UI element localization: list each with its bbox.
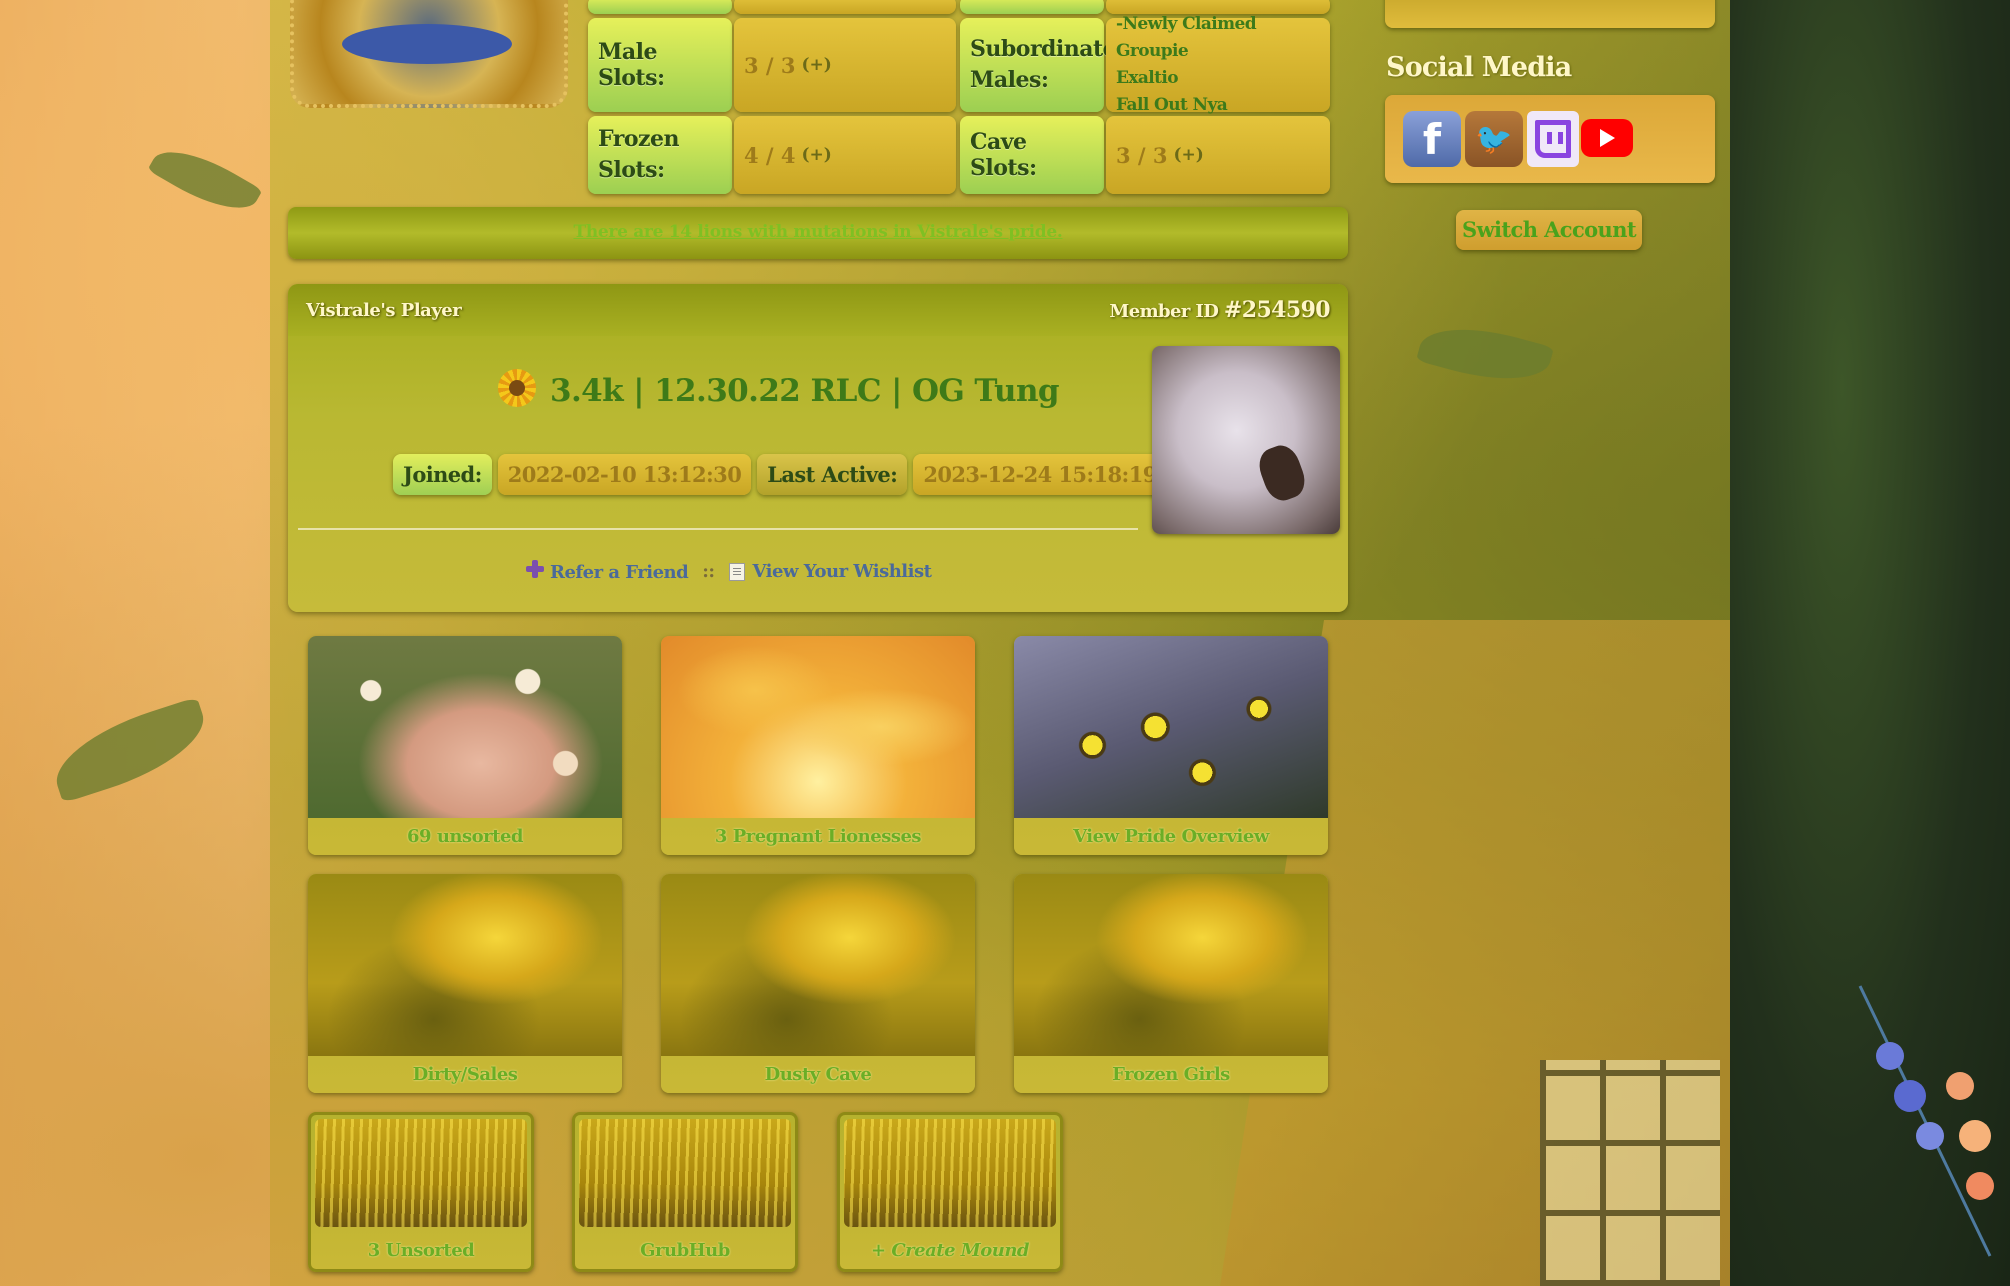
mound-tile[interactable]: GrubHub <box>572 1112 798 1272</box>
subordinate-males-label: Subordinate Males: <box>960 18 1117 112</box>
create-mound-button[interactable]: + Create Mound <box>840 1233 1060 1269</box>
mutation-bar: There are 14 lions with mutations in Vis… <box>288 207 1348 259</box>
facebook-icon[interactable]: f <box>1403 111 1461 167</box>
den-label: 69 unsorted <box>407 826 523 847</box>
separator: :: <box>702 561 715 582</box>
player-name: Vistrale's Player <box>306 299 462 321</box>
mound-image <box>315 1119 527 1227</box>
sunflower-icon <box>498 369 536 413</box>
den-image <box>308 636 622 818</box>
subordinate-male-link[interactable]: -Newly Claimed Groupie <box>1116 11 1320 65</box>
mound-image <box>844 1119 1056 1227</box>
den-label: 3 Pregnant Lionesses <box>714 826 922 847</box>
joined-value: 2022-02-10 13:12:30 <box>497 454 752 495</box>
player-panel: Vistrale's Player Member ID #254590 3.4k… <box>288 284 1348 612</box>
den-image <box>308 874 622 1056</box>
frozen-slots-add-link[interactable]: (+) <box>802 145 832 165</box>
avatar-detail <box>1253 440 1311 506</box>
den-image <box>1014 636 1328 818</box>
twitter-icon[interactable]: 🐦 <box>1465 111 1523 167</box>
den-tile[interactable]: Frozen Girls <box>1014 874 1328 1093</box>
member-id: Member ID #254590 <box>1109 297 1330 323</box>
frozen-slots-value: 4 / 4 (+) <box>734 116 956 194</box>
joined-label: Joined: <box>393 454 492 495</box>
cave-slots-label: Cave Slots: <box>960 116 1104 194</box>
den-label: Dusty Cave <box>764 1064 872 1085</box>
player-header: Vistrale's Player Member ID #254590 <box>288 284 1348 336</box>
background-flowers <box>1858 985 1994 1257</box>
player-signature: 3.4k | 12.30.22 RLC | OG Tung <box>498 369 1060 413</box>
social-media-box: f 🐦 <box>1385 95 1715 183</box>
youtube-icon[interactable] <box>1581 119 1633 157</box>
mound-tile[interactable]: 3 Unsorted <box>308 1112 534 1272</box>
den-tile[interactable]: 69 unsorted <box>308 636 622 855</box>
pride-avatar-image <box>342 24 512 64</box>
pride-avatar-frame[interactable] <box>290 0 568 108</box>
view-wishlist-link[interactable]: View Your Wishlist <box>728 561 932 582</box>
den-label: View Pride Overview <box>1073 826 1269 847</box>
stat-stub <box>588 0 732 14</box>
den-label: Frozen Girls <box>1112 1064 1230 1085</box>
stat-stub <box>734 0 956 14</box>
subordinate-males-list: -Newly Claimed Groupie Exaltio Fall Out … <box>1106 14 1330 115</box>
twitch-icon[interactable] <box>1527 111 1579 167</box>
mound-image <box>579 1119 791 1227</box>
male-slots-value: 3 / 3 (+) <box>734 18 956 112</box>
den-image <box>661 874 975 1056</box>
den-tile[interactable]: Dirty/Sales <box>308 874 622 1093</box>
den-label: Dirty/Sales <box>412 1064 518 1085</box>
wishlist-icon <box>728 563 745 581</box>
den-tile[interactable]: Dusty Cave <box>661 874 975 1093</box>
background-leaf <box>147 135 263 225</box>
cave-slots-add-link[interactable]: (+) <box>1174 145 1204 165</box>
subordinate-male-link[interactable]: Exaltio <box>1116 65 1179 92</box>
sidebar-top-panel <box>1385 0 1715 28</box>
divider <box>298 528 1138 530</box>
den-image <box>661 636 975 818</box>
background-leaf <box>44 696 216 804</box>
switch-account-button[interactable]: Switch Account <box>1456 210 1642 250</box>
den-image <box>1014 874 1328 1056</box>
last-active-value: 2023-12-24 15:18:19 <box>913 454 1167 495</box>
plus-icon <box>526 560 544 578</box>
mutation-link[interactable]: There are 14 lions with mutations in Vis… <box>573 222 1062 242</box>
player-avatar[interactable] <box>1152 346 1340 534</box>
den-tile[interactable]: 3 Pregnant Lionesses <box>661 636 975 855</box>
frozen-slots-label: Frozen Slots: <box>588 116 732 194</box>
stat-stub <box>960 0 1104 14</box>
last-active-label: Last Active: <box>757 454 908 495</box>
activity-row: Joined: 2022-02-10 13:12:30 Last Active:… <box>393 454 1167 495</box>
male-slots-add-link[interactable]: (+) <box>802 55 832 75</box>
background-window <box>1540 1060 1720 1286</box>
male-slots-label: Male Slots: <box>588 18 732 112</box>
mound-label: GrubHub <box>640 1240 730 1261</box>
den-tile[interactable]: View Pride Overview <box>1014 636 1328 855</box>
cave-slots-value: 3 / 3 (+) <box>1106 116 1330 194</box>
player-links: Refer a Friend :: View Your Wishlist <box>526 560 932 583</box>
mound-tile[interactable]: + Create Mound <box>837 1112 1063 1272</box>
refer-friend-link[interactable]: Refer a Friend <box>526 560 689 583</box>
social-media-title: Social Media <box>1386 52 1572 83</box>
mound-label: 3 Unsorted <box>367 1240 475 1261</box>
